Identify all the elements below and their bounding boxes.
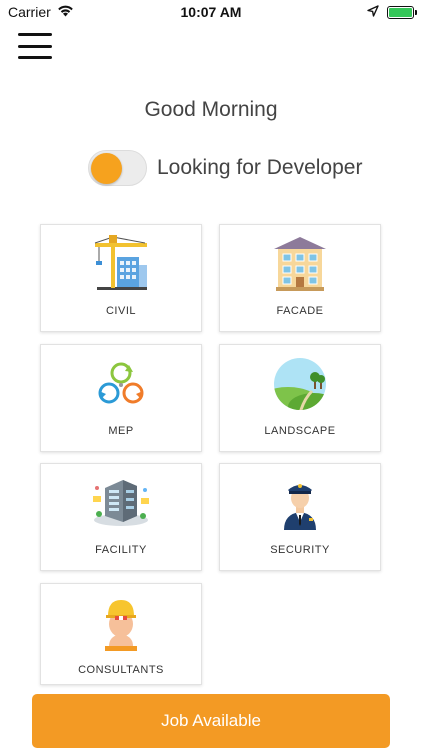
developer-toggle-switch[interactable]: [88, 150, 147, 186]
category-card-consultants[interactable]: CONSULTANTS: [40, 583, 202, 685]
hamburger-menu-icon[interactable]: [17, 30, 53, 62]
category-label: CONSULTANTS: [78, 664, 164, 676]
category-card-mep[interactable]: MEP: [40, 344, 202, 452]
mep-cycle-arrows-icon: [91, 355, 151, 413]
menu-line: [18, 56, 52, 59]
developer-toggle-row: Looking for Developer: [88, 150, 362, 186]
status-right: [367, 4, 417, 20]
building-facade-icon: [270, 235, 330, 293]
location-arrow-icon: [367, 4, 379, 20]
category-label: LANDSCAPE: [264, 425, 336, 437]
status-bar: Carrier 10:07 AM: [0, 0, 422, 24]
category-card-facility[interactable]: FACILITY: [40, 463, 202, 571]
category-card-landscape[interactable]: LANDSCAPE: [219, 344, 381, 452]
screen: Carrier 10:07 AM Good Morning Looking fo…: [0, 0, 422, 750]
toggle-knob: [91, 153, 122, 184]
construction-crane-icon: [91, 235, 151, 293]
landscape-icon: [270, 355, 330, 413]
job-available-button[interactable]: Job Available: [32, 694, 390, 748]
menu-line: [18, 44, 52, 48]
facility-building-icon: [91, 474, 151, 532]
carrier-label: Carrier: [8, 4, 51, 20]
status-left: Carrier: [8, 4, 74, 20]
category-card-civil[interactable]: CIVIL: [40, 224, 202, 332]
consultant-hardhat-icon: [91, 594, 151, 652]
menu-line: [18, 33, 52, 36]
battery-level: [389, 7, 412, 17]
category-label: MEP: [108, 425, 134, 437]
category-label: FACILITY: [95, 544, 147, 556]
category-card-facade[interactable]: FACADE: [219, 224, 381, 332]
category-label: SECURITY: [270, 544, 330, 556]
wifi-icon: [57, 4, 74, 20]
category-card-security[interactable]: SECURITY: [219, 463, 381, 571]
battery-icon: [387, 5, 417, 19]
greeting-title: Good Morning: [144, 98, 278, 121]
category-label: CIVIL: [105, 305, 136, 317]
toggle-label: Looking for Developer: [157, 156, 363, 179]
security-guard-icon: [270, 474, 330, 532]
category-label: FACADE: [276, 305, 324, 317]
